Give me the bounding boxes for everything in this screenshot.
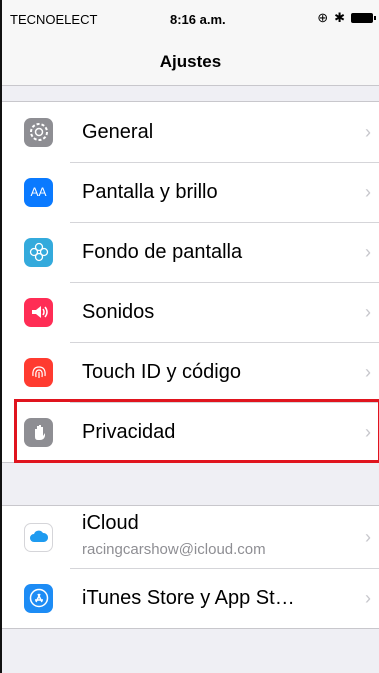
fingerprint-icon	[24, 357, 53, 387]
bluetooth-icon: ✱	[334, 10, 345, 25]
icloud-account-email: racingcarshow@icloud.com	[82, 541, 266, 558]
settings-group-accounts: iCloud racingcarshow@icloud.com › iTunes…	[2, 505, 379, 629]
clock: 8:16 a.m.	[170, 12, 226, 27]
chevron-right-icon: ›	[365, 361, 371, 382]
gear-icon	[24, 117, 53, 147]
battery-icon	[351, 13, 376, 23]
carrier-name: TECNOELECT	[10, 12, 98, 27]
status-bar: TECNOELECT 8:16 a.m. ⊕ ✱	[2, 0, 379, 40]
settings-row-touchid[interactable]: Touch ID y código ›	[2, 342, 379, 402]
settings-row-display[interactable]: AA Pantalla y brillo ›	[2, 162, 379, 222]
settings-row-label: Privacidad	[82, 420, 176, 443]
status-icons: ⊕ ✱	[317, 10, 376, 26]
chevron-right-icon: ›	[365, 301, 371, 322]
hand-icon	[24, 417, 53, 447]
chevron-right-icon: ›	[365, 181, 371, 202]
settings-row-sounds[interactable]: Sonidos ›	[2, 282, 379, 342]
chevron-right-icon: ›	[365, 121, 371, 142]
chevron-right-icon: ›	[365, 241, 371, 262]
settings-row-label: iTunes Store y App St…	[82, 586, 295, 609]
navigation-bar: Ajustes	[2, 40, 379, 86]
display-aa-icon: AA	[24, 177, 53, 207]
settings-row-general[interactable]: General ›	[2, 102, 379, 162]
settings-row-label: iCloud	[82, 512, 139, 534]
settings-row-icloud[interactable]: iCloud racingcarshow@icloud.com ›	[2, 506, 379, 568]
speaker-icon	[24, 297, 53, 327]
settings-row-itunes[interactable]: iTunes Store y App St… ›	[2, 568, 379, 628]
settings-row-privacy[interactable]: Privacidad ›	[2, 402, 379, 462]
settings-row-label: Sonidos	[82, 300, 155, 323]
settings-screen: TECNOELECT 8:16 a.m. ⊕ ✱ Ajustes General…	[0, 0, 379, 673]
settings-row-label: Fondo de pantalla	[82, 240, 243, 263]
settings-row-wallpaper[interactable]: Fondo de pantalla ›	[2, 222, 379, 282]
settings-row-label: General	[82, 120, 154, 143]
icon-text: AA	[30, 185, 47, 199]
settings-row-label: Touch ID y código	[82, 360, 241, 383]
page-title: Ajustes	[159, 52, 222, 71]
chevron-right-icon: ›	[365, 526, 371, 547]
settings-group-main: General › AA Pantalla y brillo › Fondo d…	[2, 101, 379, 463]
chevron-right-icon: ›	[365, 587, 371, 608]
cloud-icon	[24, 522, 53, 552]
chevron-right-icon: ›	[365, 421, 371, 442]
flower-icon	[24, 237, 53, 267]
settings-row-label: Pantalla y brillo	[82, 180, 218, 203]
rotation-lock-icon: ⊕	[317, 10, 329, 25]
app-store-icon	[24, 583, 53, 613]
